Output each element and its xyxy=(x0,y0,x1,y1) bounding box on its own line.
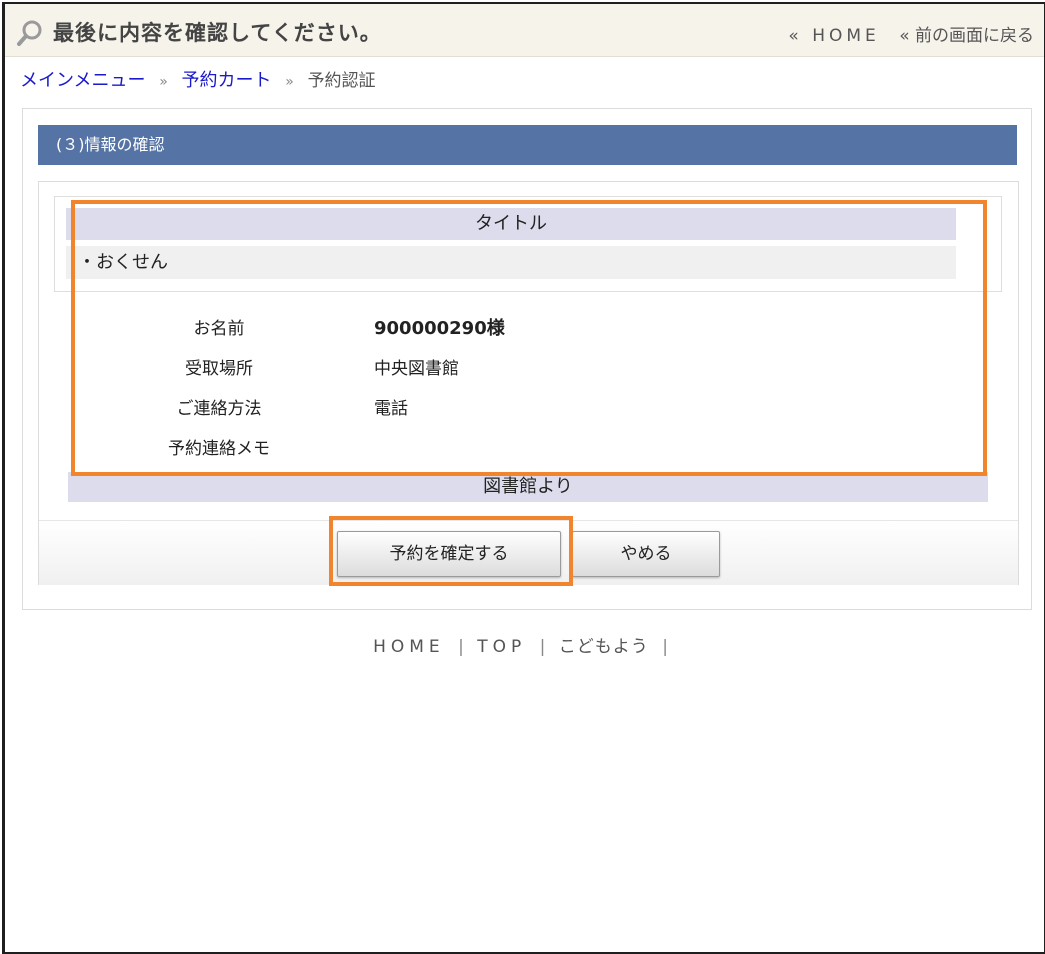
title-header: タイトル xyxy=(66,208,956,240)
cancel-button[interactable]: やめる xyxy=(572,531,720,577)
info-label: お名前 xyxy=(193,319,245,339)
header-links: « HOME « 前の画面に戻る xyxy=(774,21,1034,46)
footer-separator: | xyxy=(458,637,464,657)
info-row-memo: 予約連絡メモ xyxy=(39,434,1018,464)
confirm-panel: (３)情報の確認 タイトル ・おくせん お名前 900000290様 受取場所 … xyxy=(22,108,1032,610)
confirm-content: タイトル ・おくせん お名前 900000290様 受取場所 中央図書館 ご連絡… xyxy=(38,181,1019,585)
footer-links: HOME | TOP | こどもよう | xyxy=(5,632,1044,657)
info-row-contact: ご連絡方法 電話 xyxy=(39,394,1018,424)
footer-home-link[interactable]: HOME xyxy=(373,637,445,657)
info-label: 受取場所 xyxy=(185,359,253,379)
info-row-pickup: 受取場所 中央図書館 xyxy=(39,354,1018,384)
back-link[interactable]: « 前の画面に戻る xyxy=(899,26,1034,46)
breadcrumb-cart[interactable]: 予約カート xyxy=(182,70,272,91)
breadcrumb-separator: » xyxy=(159,74,168,90)
confirm-reservation-button[interactable]: 予約を確定する xyxy=(337,531,561,577)
info-value: 電話 xyxy=(374,399,408,419)
breadcrumb-current: 予約認証 xyxy=(307,71,376,91)
title-item: ・おくせん xyxy=(66,246,956,279)
magnifier-icon xyxy=(17,20,42,46)
breadcrumb: メインメニュー » 予約カート » 予約認証 xyxy=(20,66,376,92)
library-note-header: 図書館より xyxy=(68,472,988,502)
info-label: 予約連絡メモ xyxy=(168,439,270,459)
info-label: ご連絡方法 xyxy=(176,399,262,419)
header-bar: 最後に内容を確認してください。 « HOME « 前の画面に戻る xyxy=(5,4,1044,57)
info-value: 中央図書館 xyxy=(374,359,459,379)
breadcrumb-separator: » xyxy=(285,74,294,90)
browser-frame: 最後に内容を確認してください。 « HOME « 前の画面に戻る メインメニュー… xyxy=(2,2,1045,954)
footer-separator: | xyxy=(539,637,546,657)
button-bar: 予約を確定する やめる xyxy=(39,520,1018,585)
info-row-name: お名前 900000290様 xyxy=(39,314,1018,344)
breadcrumb-main-menu[interactable]: メインメニュー xyxy=(20,70,145,91)
footer-separator: | xyxy=(662,637,668,657)
home-link[interactable]: « HOME xyxy=(788,26,879,46)
section-header: (３)情報の確認 xyxy=(38,125,1017,165)
footer-top-link[interactable]: TOP xyxy=(477,637,526,657)
info-value: 900000290様 xyxy=(374,318,505,339)
footer-kids-link[interactable]: こどもよう xyxy=(559,637,649,657)
page-title: 最後に内容を確認してください。 xyxy=(53,21,382,45)
